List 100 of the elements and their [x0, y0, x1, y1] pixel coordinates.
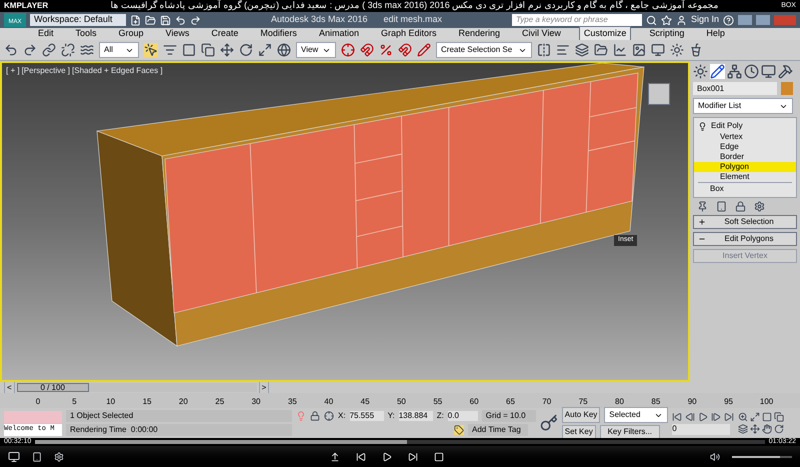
- modifier-item[interactable]: Edit Poly: [711, 120, 743, 132]
- search-field[interactable]: Type a keyword or phrase: [512, 14, 642, 26]
- z-field[interactable]: 0.0: [448, 411, 478, 421]
- monitor-icon[interactable]: [651, 43, 665, 57]
- orbit-icon[interactable]: [774, 424, 784, 434]
- key-filters-button[interactable]: Key Filters...: [600, 425, 660, 439]
- pin-icon[interactable]: [697, 201, 708, 212]
- next-icon[interactable]: [408, 452, 418, 462]
- cup-icon[interactable]: [689, 43, 703, 57]
- lock-icon[interactable]: [735, 201, 746, 212]
- magnet-icon[interactable]: [398, 43, 412, 57]
- save-icon[interactable]: [160, 14, 171, 26]
- star-icon[interactable]: [660, 14, 672, 26]
- menu-item[interactable]: Modifiers: [256, 27, 301, 41]
- image-icon[interactable]: [632, 43, 646, 57]
- frame-counter[interactable]: 0 / 100: [16, 383, 89, 392]
- workspace-dropdown[interactable]: Workspace: Default: [30, 14, 126, 26]
- folder-icon[interactable]: [594, 43, 608, 57]
- pencil-icon[interactable]: [417, 43, 431, 57]
- pan-icon[interactable]: [750, 424, 760, 434]
- percent-icon[interactable]: [379, 43, 393, 57]
- user-icon[interactable]: [676, 14, 687, 26]
- menu-item[interactable]: Civil View: [518, 27, 565, 41]
- modifier-item[interactable]: Box: [698, 182, 792, 195]
- help-icon[interactable]: [723, 14, 734, 26]
- menu-item[interactable]: Group: [114, 27, 148, 41]
- render-icon[interactable]: [670, 43, 684, 57]
- pivot-icon[interactable]: [341, 43, 355, 57]
- menu-item[interactable]: Rendering: [454, 27, 504, 41]
- viewport-label[interactable]: [Shaded + Edged Faces ]: [72, 65, 163, 77]
- copy-icon[interactable]: [201, 43, 215, 57]
- link-icon[interactable]: [42, 43, 56, 57]
- hand-icon[interactable]: [762, 424, 772, 434]
- undo-icon[interactable]: [175, 14, 186, 26]
- next-frame-icon[interactable]: [711, 412, 722, 422]
- frame-field[interactable]: 0: [672, 424, 730, 434]
- maxscript-listener-field[interactable]: [4, 410, 62, 422]
- mirror-icon[interactable]: [537, 43, 551, 57]
- configure-icon[interactable]: [754, 201, 765, 212]
- viewport-label[interactable]: [ + ]: [6, 65, 20, 77]
- redo-icon[interactable]: [190, 14, 201, 26]
- bulb-icon[interactable]: [698, 122, 707, 130]
- tag-icon[interactable]: [454, 425, 464, 435]
- rollout-header[interactable]: Edit Polygons: [693, 232, 797, 246]
- square-icon[interactable]: [182, 43, 196, 57]
- up-arrow-icon[interactable]: [330, 452, 340, 462]
- previous-icon[interactable]: [356, 452, 366, 462]
- menu-item[interactable]: Graph Editors: [376, 27, 440, 41]
- transform-icon[interactable]: [324, 411, 334, 421]
- lock-icon[interactable]: [310, 411, 320, 421]
- sphere-icon[interactable]: [277, 43, 291, 57]
- go-to-start-icon[interactable]: [672, 412, 682, 422]
- rotate-icon[interactable]: [239, 43, 253, 57]
- sub-object-item[interactable]: Element: [694, 172, 796, 182]
- stop-icon[interactable]: [434, 452, 444, 462]
- zoom-extents-icon[interactable]: [750, 412, 760, 422]
- curve-icon[interactable]: [613, 43, 627, 57]
- scale-icon[interactable]: [258, 43, 272, 57]
- menu-item[interactable]: Edit: [34, 27, 58, 41]
- sub-object-item[interactable]: Vertex: [694, 132, 796, 142]
- zoom-region-icon[interactable]: [762, 412, 772, 422]
- track-bar[interactable]: 0 5 10 15 20 25 30 35 40 45 50 55 60 65 70 75 80 85 90 95 100: [0, 393, 800, 408]
- menu-item[interactable]: Scripting: [645, 27, 688, 41]
- menu-item[interactable]: Create: [207, 27, 242, 41]
- hammer-icon[interactable]: [778, 64, 793, 79]
- selection-set-dropdown[interactable]: Create Selection Se: [436, 42, 532, 58]
- new-file-icon[interactable]: [130, 14, 141, 26]
- y-field[interactable]: 138.884: [398, 411, 433, 421]
- hierarchy-icon[interactable]: [727, 64, 742, 79]
- go-to-end-icon[interactable]: [724, 412, 734, 422]
- wave-icon[interactable]: [80, 43, 94, 57]
- volume-icon[interactable]: [710, 452, 720, 462]
- move-icon[interactable]: [220, 43, 234, 57]
- layers-icon[interactable]: [575, 43, 589, 57]
- menu-item[interactable]: Help: [702, 27, 729, 41]
- x-field[interactable]: 75.555: [350, 411, 384, 421]
- pen-icon[interactable]: [710, 64, 725, 79]
- play-icon[interactable]: [698, 412, 708, 422]
- sub-object-item[interactable]: Border: [694, 152, 796, 162]
- set-key-button[interactable]: Set Key: [562, 425, 596, 439]
- menu-item[interactable]: Animation: [314, 27, 363, 41]
- auto-key-button[interactable]: Auto Key: [562, 407, 600, 423]
- menu-item[interactable]: Tools: [72, 27, 101, 41]
- key-icon[interactable]: [540, 414, 558, 432]
- filter-dropdown[interactable]: All: [99, 42, 139, 58]
- undo-icon[interactable]: [4, 43, 18, 57]
- unlink-icon[interactable]: [61, 43, 75, 57]
- previous-frame-icon[interactable]: [685, 412, 696, 422]
- redo-icon[interactable]: [23, 43, 37, 57]
- viewcube-icon[interactable]: [648, 83, 670, 105]
- monitor-icon[interactable]: [761, 64, 776, 79]
- sun-icon[interactable]: [693, 64, 708, 79]
- settings-icon[interactable]: [54, 452, 64, 462]
- menu-item[interactable]: Views: [162, 27, 194, 41]
- object-name-field[interactable]: Box001: [693, 82, 777, 95]
- seek-bar[interactable]: [35, 440, 765, 444]
- sub-object-item[interactable]: Edge: [694, 142, 796, 152]
- viewport-label[interactable]: [Perspective ]: [22, 65, 70, 77]
- zoom-icon[interactable]: [738, 412, 748, 422]
- clock-icon[interactable]: [744, 64, 759, 79]
